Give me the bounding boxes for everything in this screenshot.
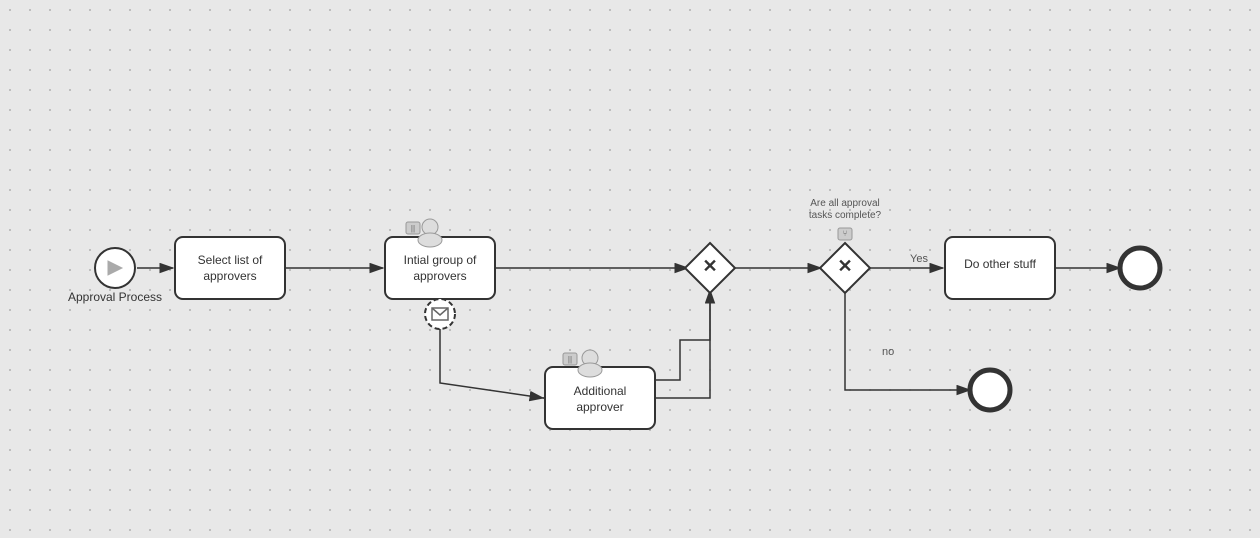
conn-boundary-additional bbox=[440, 323, 543, 398]
gateway-2-symbol: ✕ bbox=[837, 256, 852, 276]
task-initial-group[interactable]: || Intial group of approvers bbox=[385, 219, 495, 299]
task-additional-approver[interactable]: || Additional approver bbox=[545, 350, 655, 429]
gateway-1[interactable]: ✕ bbox=[685, 243, 735, 293]
task-initial-label-line2: approvers bbox=[413, 269, 466, 283]
task-do-other-stuff[interactable]: Do other stuff bbox=[945, 237, 1055, 299]
yes-label: Yes bbox=[910, 253, 928, 265]
boundary-event-email bbox=[425, 299, 455, 329]
svg-text:⑂: ⑂ bbox=[843, 229, 848, 238]
bpmn-diagram: Approval Process Select list of approver… bbox=[0, 0, 1260, 538]
task-select-approvers[interactable]: Select list of approvers bbox=[175, 237, 285, 299]
end-event-2 bbox=[970, 370, 1010, 410]
end-event bbox=[1120, 248, 1160, 288]
gateway-1-symbol: ✕ bbox=[702, 256, 717, 276]
svg-text:||: || bbox=[568, 355, 572, 364]
conn-additional-gw1 bbox=[655, 290, 710, 380]
start-event bbox=[95, 248, 135, 288]
task-additional-label-line2: approver bbox=[576, 400, 623, 414]
task-other-label-line1: Do other stuff bbox=[964, 257, 1036, 271]
gateway-2-question-line2: tasks complete? bbox=[809, 210, 882, 221]
start-event-label: Approval Process bbox=[68, 290, 162, 304]
conn-gw2-end2 bbox=[845, 290, 970, 390]
svg-text:||: || bbox=[411, 224, 415, 233]
task-select-label-line1: Select list of bbox=[198, 253, 263, 267]
gateway-2-question-line1: Are all approval bbox=[810, 198, 879, 209]
task-initial-label-line1: Intial group of bbox=[404, 253, 477, 267]
gateway-2[interactable]: Are all approval tasks complete? ⑂ ✕ bbox=[809, 198, 882, 293]
task-select-label-line2: approvers bbox=[203, 269, 256, 283]
task-additional-label-line1: Additional bbox=[574, 384, 627, 398]
no-label: no bbox=[882, 346, 894, 358]
